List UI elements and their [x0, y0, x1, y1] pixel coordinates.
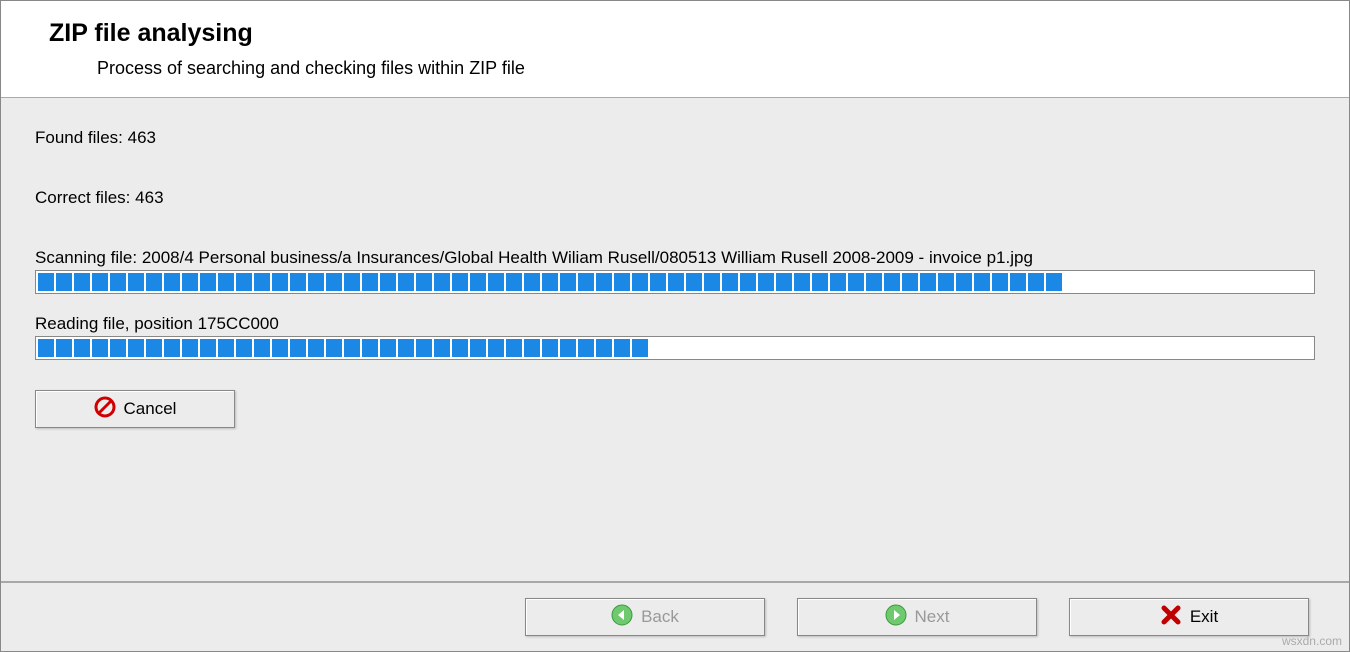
dialog-window: ZIP file analysing Process of searching … — [0, 0, 1350, 652]
scanning-file-line: Scanning file: 2008/4 Personal business/… — [35, 248, 1315, 268]
next-button[interactable]: Next — [797, 598, 1037, 636]
found-files-count: 463 — [128, 128, 156, 147]
found-files-line: Found files: 463 — [35, 128, 1315, 148]
back-button-label: Back — [641, 607, 679, 627]
arrow-left-icon — [611, 604, 633, 631]
reading-position: 175CC000 — [198, 314, 279, 333]
next-button-label: Next — [915, 607, 950, 627]
read-progress-bar — [35, 336, 1315, 360]
close-icon — [1160, 604, 1182, 631]
scanning-path: 2008/4 Personal business/a Insurances/Gl… — [142, 248, 1033, 267]
correct-files-line: Correct files: 463 — [35, 188, 1315, 208]
dialog-header: ZIP file analysing Process of searching … — [1, 1, 1349, 98]
found-files-label: Found files: — [35, 128, 123, 147]
cancel-button-label: Cancel — [124, 399, 177, 419]
reading-file-line: Reading file, position 175CC000 — [35, 314, 1315, 334]
exit-button[interactable]: Exit — [1069, 598, 1309, 636]
correct-files-label: Correct files: — [35, 188, 130, 207]
dialog-subtitle: Process of searching and checking files … — [49, 58, 1349, 79]
cancel-icon — [94, 396, 116, 423]
scan-progress-bar — [35, 270, 1315, 294]
scanning-label: Scanning file: — [35, 248, 137, 267]
exit-button-label: Exit — [1190, 607, 1218, 627]
watermark-text: wsxdn.com — [1282, 634, 1342, 648]
dialog-footer: Back Next Exit — [1, 581, 1349, 651]
dialog-content: Found files: 463 Correct files: 463 Scan… — [1, 98, 1349, 581]
reading-label: Reading file, position — [35, 314, 193, 333]
correct-files-count: 463 — [135, 188, 163, 207]
arrow-right-icon — [885, 604, 907, 631]
back-button[interactable]: Back — [525, 598, 765, 636]
cancel-button[interactable]: Cancel — [35, 390, 235, 428]
dialog-title: ZIP file analysing — [49, 19, 1349, 48]
